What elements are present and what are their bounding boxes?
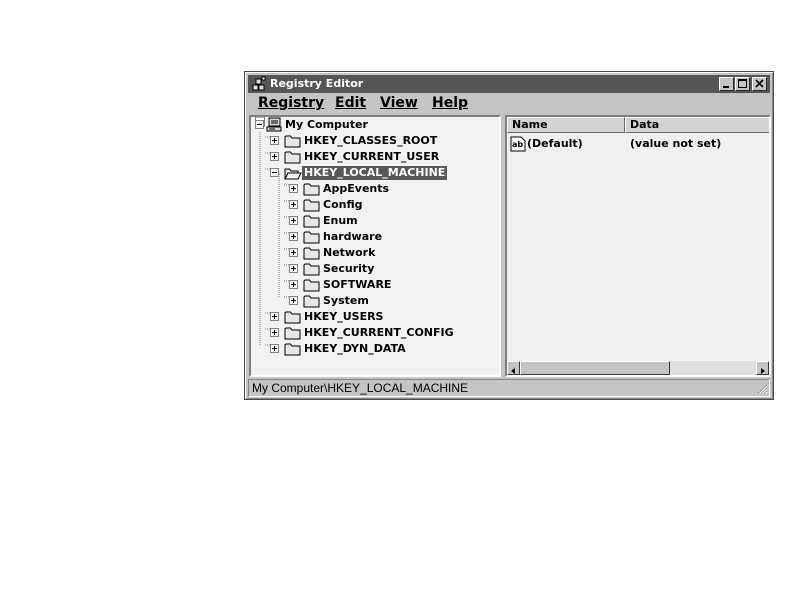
tree-item-label-selected: HKEY_LOCAL_MACHINE	[302, 166, 448, 180]
title-bar[interactable]: Registry Editor	[248, 75, 770, 93]
collapse-box-icon[interactable]	[270, 165, 284, 181]
folder-icon	[284, 311, 301, 324]
scroll-left-button[interactable]	[507, 361, 520, 375]
tree-item-label: System	[323, 294, 369, 307]
tree-item-label: My Computer	[285, 118, 368, 131]
open-folder-icon	[284, 168, 302, 180]
window-title: Registry Editor	[270, 77, 364, 90]
folder-icon	[284, 343, 301, 356]
tree-item-software[interactable]: SOFTWARE	[289, 277, 393, 293]
tree-item-label: Network	[323, 246, 376, 259]
expand-box-icon[interactable]	[289, 181, 303, 197]
tree-item-hkey-dyn-data[interactable]: HKEY_DYN_DATA	[270, 341, 408, 357]
regedit-icon	[252, 76, 266, 91]
scroll-right-button[interactable]	[756, 361, 769, 375]
minimize-button[interactable]	[719, 77, 734, 91]
folder-icon	[303, 247, 320, 260]
svg-text:ab: ab	[512, 140, 523, 149]
folder-icon	[303, 263, 320, 276]
folder-icon	[303, 183, 320, 196]
maximize-button[interactable]	[735, 77, 750, 91]
menu-registry[interactable]: Registry	[258, 94, 324, 112]
value-name: (Default)	[527, 137, 583, 150]
menu-edit[interactable]: Edit	[335, 94, 366, 112]
expand-box-icon[interactable]	[289, 245, 303, 261]
collapse-box-icon[interactable]	[251, 117, 265, 133]
minimize-icon	[723, 86, 729, 88]
folder-icon	[284, 151, 301, 164]
column-header-data[interactable]: Data	[625, 117, 769, 133]
expand-box-icon[interactable]	[270, 149, 284, 165]
tree-item-appevents[interactable]: AppEvents	[289, 181, 391, 197]
scrollbar-thumb[interactable]	[520, 361, 670, 375]
tree-item-label: SOFTWARE	[323, 278, 392, 291]
menu-view[interactable]: View	[380, 94, 418, 112]
tree-item-config[interactable]: Config	[289, 197, 365, 213]
values-list-pane[interactable]: Name Data ab (Default) (value not set)	[505, 115, 771, 377]
computer-icon	[266, 117, 282, 132]
horizontal-scrollbar[interactable]	[507, 361, 769, 375]
tree-item-my-computer[interactable]: My Computer	[251, 117, 370, 133]
folder-icon	[303, 295, 320, 308]
status-path: My Computer\HKEY_LOCAL_MACHINE	[252, 381, 469, 395]
folder-icon	[303, 279, 320, 292]
tree-item-label: Config	[323, 198, 363, 211]
tree-item-label: Enum	[323, 214, 358, 227]
expand-box-icon[interactable]	[289, 261, 303, 277]
maximize-icon	[738, 79, 747, 88]
tree-item-label: Security	[323, 262, 375, 275]
resize-grip-icon[interactable]	[756, 383, 768, 395]
folder-icon	[303, 199, 320, 212]
tree-item-enum[interactable]: Enum	[289, 213, 360, 229]
expand-box-icon[interactable]	[289, 293, 303, 309]
tree-item-label: AppEvents	[323, 182, 390, 195]
menu-bar: Registry Edit View Help	[248, 93, 770, 114]
expand-box-icon[interactable]	[289, 277, 303, 293]
close-button[interactable]	[752, 77, 767, 91]
expand-box-icon[interactable]	[270, 133, 284, 149]
key-tree-pane[interactable]: My Computer HKEY_CLASSES_ROOT HKEY_CURRE…	[249, 115, 501, 377]
expand-box-icon[interactable]	[289, 197, 303, 213]
tree-item-hkey-current-config[interactable]: HKEY_CURRENT_CONFIG	[270, 325, 456, 341]
column-header-name[interactable]: Name	[507, 117, 625, 133]
menu-help[interactable]: Help	[432, 94, 468, 112]
tree-item-hardware[interactable]: hardware	[289, 229, 384, 245]
tree-item-hkey-current-user[interactable]: HKEY_CURRENT_USER	[270, 149, 441, 165]
arrow-right-icon	[761, 368, 765, 374]
expand-box-icon[interactable]	[270, 341, 284, 357]
expand-box-icon[interactable]	[270, 309, 284, 325]
arrow-left-icon	[511, 368, 515, 374]
expand-box-icon[interactable]	[270, 325, 284, 341]
status-bar: My Computer\HKEY_LOCAL_MACHINE	[248, 379, 770, 397]
tree-item-label: HKEY_CURRENT_CONFIG	[304, 326, 454, 339]
tree-item-security[interactable]: Security	[289, 261, 376, 277]
close-icon	[755, 79, 764, 88]
tree-item-hkey-users[interactable]: HKEY_USERS	[270, 309, 385, 325]
tree-item-hkey-classes-root[interactable]: HKEY_CLASSES_ROOT	[270, 133, 439, 149]
tree-item-system[interactable]: System	[289, 293, 371, 309]
tree-item-hkey-local-machine[interactable]: HKEY_LOCAL_MACHINE	[270, 165, 448, 181]
string-value-icon: ab	[510, 136, 526, 152]
value-data: (value not set)	[630, 137, 722, 150]
tree-item-label: HKEY_CURRENT_USER	[304, 150, 440, 163]
tree-item-label: HKEY_USERS	[304, 310, 384, 323]
list-item[interactable]: ab (Default) (value not set)	[509, 136, 767, 152]
folder-icon	[303, 231, 320, 244]
registry-editor-window: Registry Editor Registry Edit View Help	[244, 71, 774, 400]
tree-item-label: HKEY_DYN_DATA	[304, 342, 406, 355]
folder-icon	[284, 327, 301, 340]
tree-item-label: HKEY_CLASSES_ROOT	[304, 134, 438, 147]
expand-box-icon[interactable]	[289, 229, 303, 245]
folder-icon	[284, 135, 301, 148]
expand-box-icon[interactable]	[289, 213, 303, 229]
tree-item-network[interactable]: Network	[289, 245, 377, 261]
tree-item-label: hardware	[323, 230, 383, 243]
folder-icon	[303, 215, 320, 228]
